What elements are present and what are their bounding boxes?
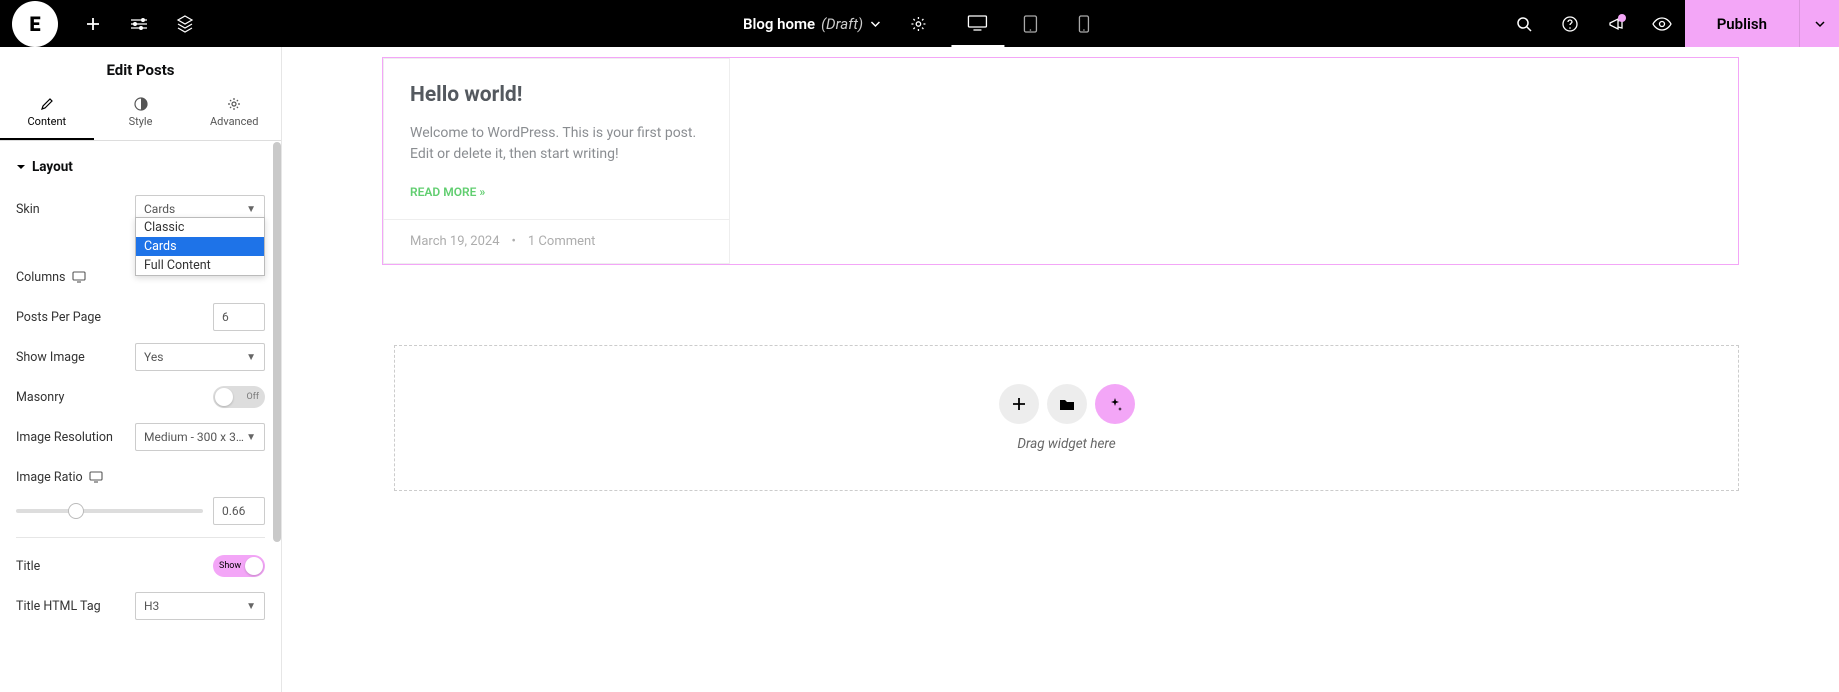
- whats-new-button[interactable]: [1593, 1, 1639, 47]
- caret-down-icon: [16, 162, 26, 172]
- device-tablet[interactable]: [1004, 1, 1057, 47]
- posts-widget[interactable]: Hello world! Welcome to WordPress. This …: [382, 57, 1739, 265]
- document-status: (Draft): [821, 15, 863, 33]
- add-element-button[interactable]: [70, 1, 116, 47]
- tab-style[interactable]: Style: [94, 89, 188, 140]
- ai-button[interactable]: [1095, 384, 1135, 424]
- publish-options-dropdown[interactable]: [1799, 0, 1839, 47]
- control-show-image: Show Image Yes ▼: [16, 337, 265, 377]
- chevron-down-icon: ▼: [246, 601, 256, 612]
- toggle-knob: [245, 557, 263, 575]
- select-title-html-tag[interactable]: H3 ▼: [135, 592, 265, 620]
- control-posts-per-page: Posts Per Page: [16, 297, 265, 337]
- chevron-down-icon: ▼: [246, 204, 256, 215]
- preview-button[interactable]: [1639, 1, 1685, 47]
- editor-panel: Edit Posts Content Style Advanced Layout…: [0, 47, 282, 692]
- topbar-left: E: [0, 0, 208, 47]
- slider-thumb[interactable]: [68, 503, 84, 519]
- label-title: Title: [16, 559, 40, 574]
- toggle-masonry[interactable]: Off: [213, 386, 265, 408]
- desktop-icon: [89, 471, 103, 483]
- gear-icon: [227, 97, 241, 111]
- label-posts-per-page: Posts Per Page: [16, 310, 101, 325]
- control-masonry: Masonry Off: [16, 377, 265, 417]
- label-image-resolution: Image Resolution: [16, 430, 113, 445]
- section-layout-header[interactable]: Layout: [0, 141, 281, 189]
- add-widget-button[interactable]: [999, 384, 1039, 424]
- label-skin: Skin: [16, 202, 40, 217]
- editor-canvas: Hello world! Welcome to WordPress. This …: [282, 47, 1839, 692]
- device-mobile[interactable]: [1057, 1, 1110, 47]
- option-classic[interactable]: Classic: [136, 218, 264, 237]
- elementor-logo[interactable]: E: [12, 1, 58, 47]
- label-show-image: Show Image: [16, 350, 85, 365]
- read-more-link[interactable]: READ MORE »: [410, 185, 703, 199]
- dropdown-skin-options: Classic Cards Full Content: [135, 217, 265, 276]
- post-meta: March 19, 2024 • 1 Comment: [384, 219, 729, 263]
- responsive-device-tabs: [951, 1, 1110, 47]
- publish-button[interactable]: Publish: [1685, 0, 1799, 47]
- post-excerpt: Welcome to WordPress. This is your first…: [410, 123, 703, 165]
- label-masonry: Masonry: [16, 390, 64, 405]
- scrollbar-thumb[interactable]: [273, 142, 281, 542]
- plus-icon: [1012, 397, 1026, 411]
- desktop-icon: [72, 271, 86, 283]
- separator: [16, 537, 265, 538]
- chevron-down-icon: [869, 18, 881, 30]
- notification-dot: [1618, 14, 1626, 22]
- drop-text: Drag widget here: [1017, 436, 1115, 452]
- panel-title: Edit Posts: [0, 47, 281, 89]
- control-title: Title Show: [16, 546, 265, 586]
- chevron-down-icon: ▼: [246, 432, 256, 443]
- document-title-dropdown[interactable]: Blog home (Draft): [729, 1, 895, 47]
- control-image-ratio-label: Image Ratio: [16, 457, 265, 497]
- post-comments: 1 Comment: [528, 234, 596, 249]
- style-icon: [134, 97, 148, 111]
- option-full-content[interactable]: Full Content: [136, 256, 264, 275]
- panel-tabs: Content Style Advanced: [0, 89, 281, 141]
- page-settings-button[interactable]: [895, 1, 941, 47]
- document-name: Blog home: [743, 15, 815, 33]
- drop-widget-area[interactable]: Drag widget here: [394, 345, 1739, 491]
- control-skin: Skin Cards ▼ Classic Cards Full Content: [16, 189, 265, 229]
- label-columns: Columns: [16, 270, 86, 285]
- drop-action-icons: [999, 384, 1135, 424]
- label-title-html-tag: Title HTML Tag: [16, 599, 101, 614]
- topbar-center: Blog home (Draft): [729, 0, 1110, 47]
- label-image-ratio: Image Ratio: [16, 470, 103, 485]
- pencil-icon: [40, 97, 54, 111]
- help-button[interactable]: [1547, 1, 1593, 47]
- post-card: Hello world! Welcome to WordPress. This …: [383, 58, 730, 264]
- layout-controls: Skin Cards ▼ Classic Cards Full Content …: [0, 189, 281, 626]
- post-title[interactable]: Hello world!: [410, 83, 703, 107]
- finder-search-button[interactable]: [1501, 1, 1547, 47]
- input-posts-per-page[interactable]: [213, 303, 265, 331]
- toggle-title[interactable]: Show: [213, 555, 265, 577]
- meta-separator: •: [512, 234, 516, 249]
- toggle-knob: [215, 388, 233, 406]
- post-date: March 19, 2024: [410, 234, 500, 249]
- top-bar: E Blog home (Draft): [0, 0, 1839, 47]
- input-image-ratio[interactable]: [213, 497, 265, 525]
- device-desktop[interactable]: [951, 1, 1004, 47]
- control-image-ratio-slider: [16, 497, 265, 525]
- select-image-resolution[interactable]: Medium - 300 x 300 ▼: [135, 423, 265, 451]
- control-title-html-tag: Title HTML Tag H3 ▼: [16, 586, 265, 626]
- option-cards[interactable]: Cards: [136, 237, 264, 256]
- site-settings-button[interactable]: [116, 1, 162, 47]
- topbar-right: Publish: [1501, 0, 1839, 47]
- panel-scrollbar[interactable]: [273, 142, 281, 692]
- control-image-resolution: Image Resolution Medium - 300 x 300 ▼: [16, 417, 265, 457]
- chevron-down-icon: ▼: [246, 352, 256, 363]
- folder-icon: [1059, 397, 1075, 411]
- slider-image-ratio[interactable]: [16, 509, 203, 513]
- tab-content[interactable]: Content: [0, 89, 94, 140]
- add-template-button[interactable]: [1047, 384, 1087, 424]
- tab-advanced[interactable]: Advanced: [187, 89, 281, 140]
- sparkle-icon: [1107, 396, 1123, 412]
- structure-button[interactable]: [162, 1, 208, 47]
- select-show-image[interactable]: Yes ▼: [135, 343, 265, 371]
